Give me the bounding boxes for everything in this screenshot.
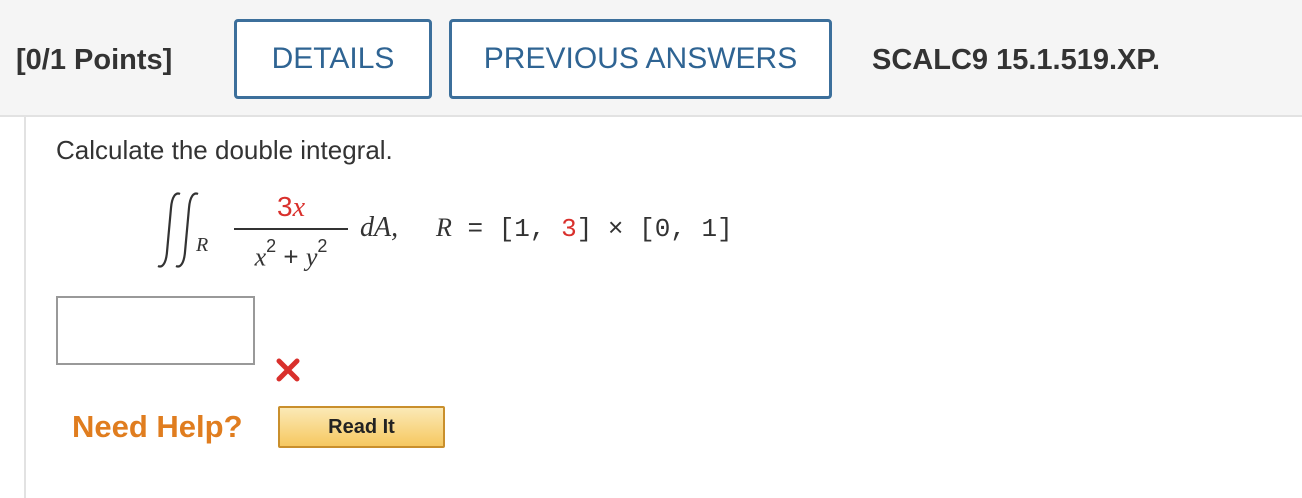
details-button[interactable]: DETAILS	[234, 19, 432, 99]
integrand-denominator: x2 + y2	[254, 236, 328, 272]
double-integral-sign-icon	[157, 192, 199, 268]
left-divider	[24, 117, 26, 498]
double-integral-expression: R 3x x2 + y2 dA, R = [1, 3] × [0, 1]	[150, 186, 733, 276]
integrand-numerator: 3x	[276, 191, 305, 223]
region-highlight-value: 3	[561, 214, 577, 244]
region-definition: R = [1, 3] × [0, 1]	[436, 213, 733, 244]
question-prompt: Calculate the double integral.	[56, 135, 393, 165]
points-label: [0/1 Points]	[16, 44, 173, 76]
differential-label: dA,	[360, 212, 399, 243]
previous-answers-button[interactable]: PREVIOUS ANSWERS	[449, 19, 832, 99]
problem-code: SCALC9 15.1.519.XP.	[872, 44, 1161, 76]
answer-input[interactable]	[56, 296, 255, 365]
integral-subscript: R	[196, 234, 209, 256]
read-it-button[interactable]: Read It	[278, 406, 445, 448]
question-header: [0/1 Points] DETAILS PREVIOUS ANSWERS SC…	[0, 0, 1302, 117]
integrand-fraction: 3x x2 + y2	[234, 190, 348, 274]
need-help-label: Need Help?	[72, 409, 243, 444]
wrong-x-icon	[276, 358, 300, 382]
fraction-bar	[234, 228, 348, 230]
